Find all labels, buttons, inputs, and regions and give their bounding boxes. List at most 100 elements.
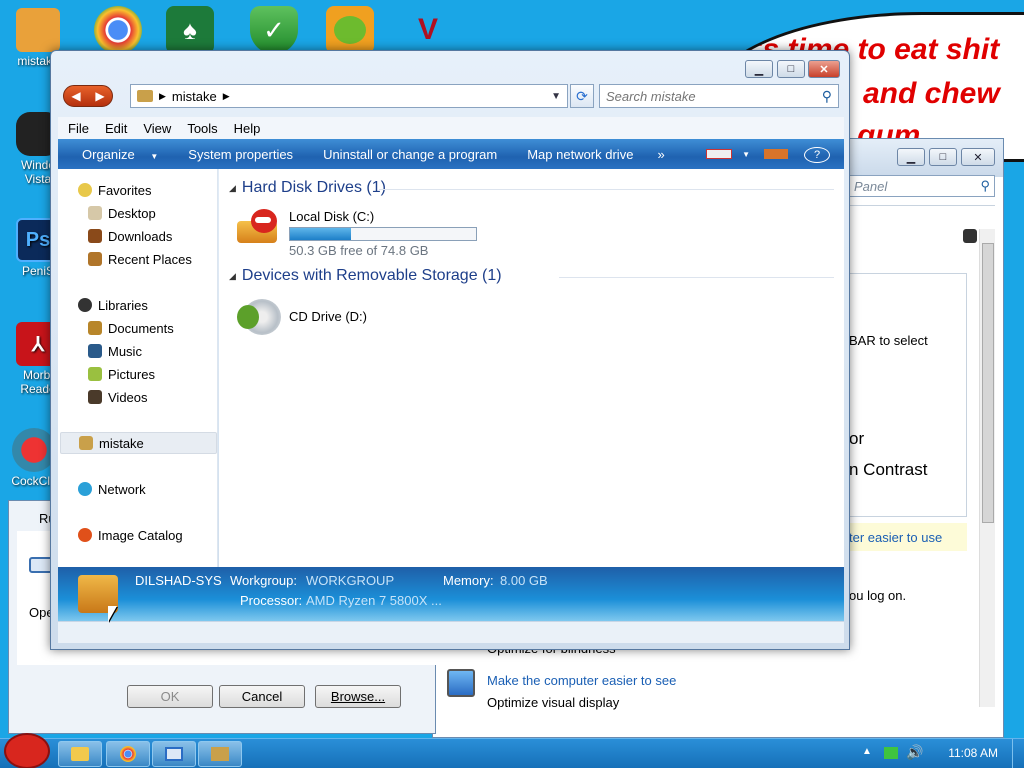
window-icon [165, 747, 183, 761]
security-shield-icon[interactable]: ✓ [250, 6, 298, 54]
cp-link-easier[interactable]: ter easier to use [849, 530, 942, 545]
forward-arrow-icon[interactable]: ▶ [95, 89, 104, 103]
browse-button[interactable]: Browse... [315, 685, 401, 708]
taskbar-window-button[interactable] [152, 741, 196, 767]
menu-edit[interactable]: Edit [99, 119, 133, 138]
drive-local-disk-c[interactable]: Local Disk (C:) 50.3 GB free of 74.8 GB [237, 209, 497, 261]
cp-top-divider [849, 205, 995, 206]
system-properties-button[interactable]: System properties [170, 147, 305, 162]
start-button[interactable] [4, 733, 50, 768]
google-chrome-icon[interactable] [94, 6, 142, 54]
cp-link-see[interactable]: Make the computer easier to see [487, 673, 676, 688]
more-commands-button[interactable]: » [645, 147, 676, 162]
mouse-cursor-icon [108, 606, 117, 622]
cp-help-icon[interactable] [963, 229, 977, 243]
music-icon [88, 344, 102, 358]
search-box[interactable]: ⚲ [599, 84, 839, 108]
pictures-icon [88, 367, 102, 381]
tray-expand-icon[interactable]: ▲ [862, 746, 872, 757]
downloads-icon [88, 229, 102, 243]
group-header-label: Devices with Removable Storage (1) [241, 267, 502, 284]
taskbar-explorer-button[interactable] [58, 741, 102, 767]
command-bar: Organize ▼ System properties Uninstall o… [58, 139, 844, 169]
taskbar-computer-button[interactable] [198, 741, 242, 767]
search-icon[interactable]: ⚲ [822, 88, 832, 105]
nav-image-catalog[interactable]: Image Catalog [78, 524, 235, 546]
cp-text-visual: Optimize visual display [487, 695, 620, 710]
back-forward-buttons[interactable]: ◀ ▶ [63, 85, 113, 107]
angry-birds-pig-icon[interactable] [326, 6, 374, 54]
nav-label: Image Catalog [98, 527, 183, 543]
uninstall-program-button[interactable]: Uninstall or change a program [305, 147, 509, 162]
nav-label: Favorites [98, 182, 152, 198]
tray-volume-icon[interactable]: 🔊 [906, 744, 923, 761]
breadcrumb-mistake[interactable]: mistake [172, 89, 217, 104]
organize-label: Organize [82, 146, 135, 162]
group-divider [559, 277, 834, 278]
computer-icon [79, 436, 93, 450]
cp-search-box[interactable]: Panel ⚲ [849, 175, 995, 197]
drive-free-space: 50.3 GB free of 74.8 GB [289, 243, 429, 258]
details-memory-label: Memory: [443, 573, 494, 588]
cp-minimize-button[interactable]: ▁ [897, 148, 925, 166]
nav-label: Pictures [108, 366, 155, 382]
clock[interactable]: 11:08 AM [948, 746, 998, 760]
breadcrumb-separator-icon[interactable]: ▶ [223, 91, 230, 102]
network-icon [78, 482, 92, 496]
maximize-button[interactable]: □ [777, 60, 805, 78]
nav-favorites[interactable]: Favorites [78, 179, 235, 201]
change-view-icon[interactable] [702, 147, 736, 162]
tray-network-icon[interactable] [884, 747, 898, 759]
help-icon[interactable]: ? [796, 146, 844, 163]
search-input[interactable] [606, 88, 806, 104]
cd-drive-icon [237, 297, 283, 337]
computer-icon [211, 747, 229, 761]
nav-label: mistake [99, 435, 144, 451]
group-header-label: Hard Disk Drives (1) [241, 179, 386, 196]
group-removable-storage[interactable]: ◢ Devices with Removable Storage (1) [229, 267, 502, 285]
address-bar[interactable]: ▶ mistake ▶ ▼ [130, 84, 568, 108]
explorer-window[interactable]: ▁ □ ✕ ◀ ▶ ▶ mistake ▶ ▼ ⟳ ⚲ File Edit Vi… [50, 50, 850, 650]
back-arrow-icon[interactable]: ◀ [71, 89, 80, 103]
nav-label: Libraries [98, 297, 148, 313]
desktop-icon [88, 206, 102, 220]
status-bar [58, 621, 844, 643]
computer-icon [16, 8, 60, 52]
cp-close-button[interactable]: ✕ [961, 148, 995, 166]
disk-usage-fill [290, 228, 351, 240]
show-desktop-button[interactable] [1012, 739, 1024, 768]
nav-network[interactable]: Network [78, 478, 235, 500]
minimize-button[interactable]: ▁ [745, 60, 773, 78]
nav-libraries[interactable]: Libraries [78, 294, 235, 316]
close-button[interactable]: ✕ [808, 60, 840, 78]
cp-scrollbar-thumb[interactable] [982, 243, 994, 523]
organize-button[interactable]: Organize ▼ [58, 147, 170, 162]
recent-places-icon [88, 252, 102, 266]
map-network-drive-button[interactable]: Map network drive [509, 147, 645, 162]
menu-tools[interactable]: Tools [181, 119, 223, 138]
group-hard-disk-drives[interactable]: ◢ Hard Disk Drives (1) [229, 179, 386, 197]
menu-view[interactable]: View [137, 119, 177, 138]
collapse-triangle-icon[interactable]: ◢ [229, 271, 236, 282]
preview-pane-icon[interactable] [756, 147, 796, 162]
details-processor-value: AMD Ryzen 7 5800X ... [306, 593, 442, 608]
cp-scrollbar[interactable] [979, 229, 995, 707]
nav-computer[interactable]: mistake [60, 432, 217, 454]
drive-cd-d[interactable]: CD Drive (D:) [237, 297, 437, 337]
address-dropdown-icon[interactable]: ▼ [551, 91, 561, 102]
solitaire-icon[interactable]: ♠ [166, 6, 214, 54]
ok-button[interactable]: OK [127, 685, 213, 708]
cp-maximize-button[interactable]: □ [929, 148, 957, 166]
documents-icon [88, 321, 102, 335]
folder-icon [71, 747, 89, 761]
emblem-logo-icon[interactable]: V [404, 6, 452, 54]
menu-help[interactable]: Help [228, 119, 267, 138]
taskbar-chrome-button[interactable] [106, 741, 150, 767]
hard-drive-icon [237, 209, 283, 249]
collapse-triangle-icon[interactable]: ◢ [229, 183, 236, 194]
refresh-icon[interactable]: ⟳ [570, 84, 594, 108]
cancel-button[interactable]: Cancel [219, 685, 305, 708]
menu-file[interactable]: File [62, 119, 95, 138]
view-dropdown-icon[interactable]: ▼ [736, 150, 756, 159]
breadcrumb-separator-icon[interactable]: ▶ [159, 91, 166, 102]
